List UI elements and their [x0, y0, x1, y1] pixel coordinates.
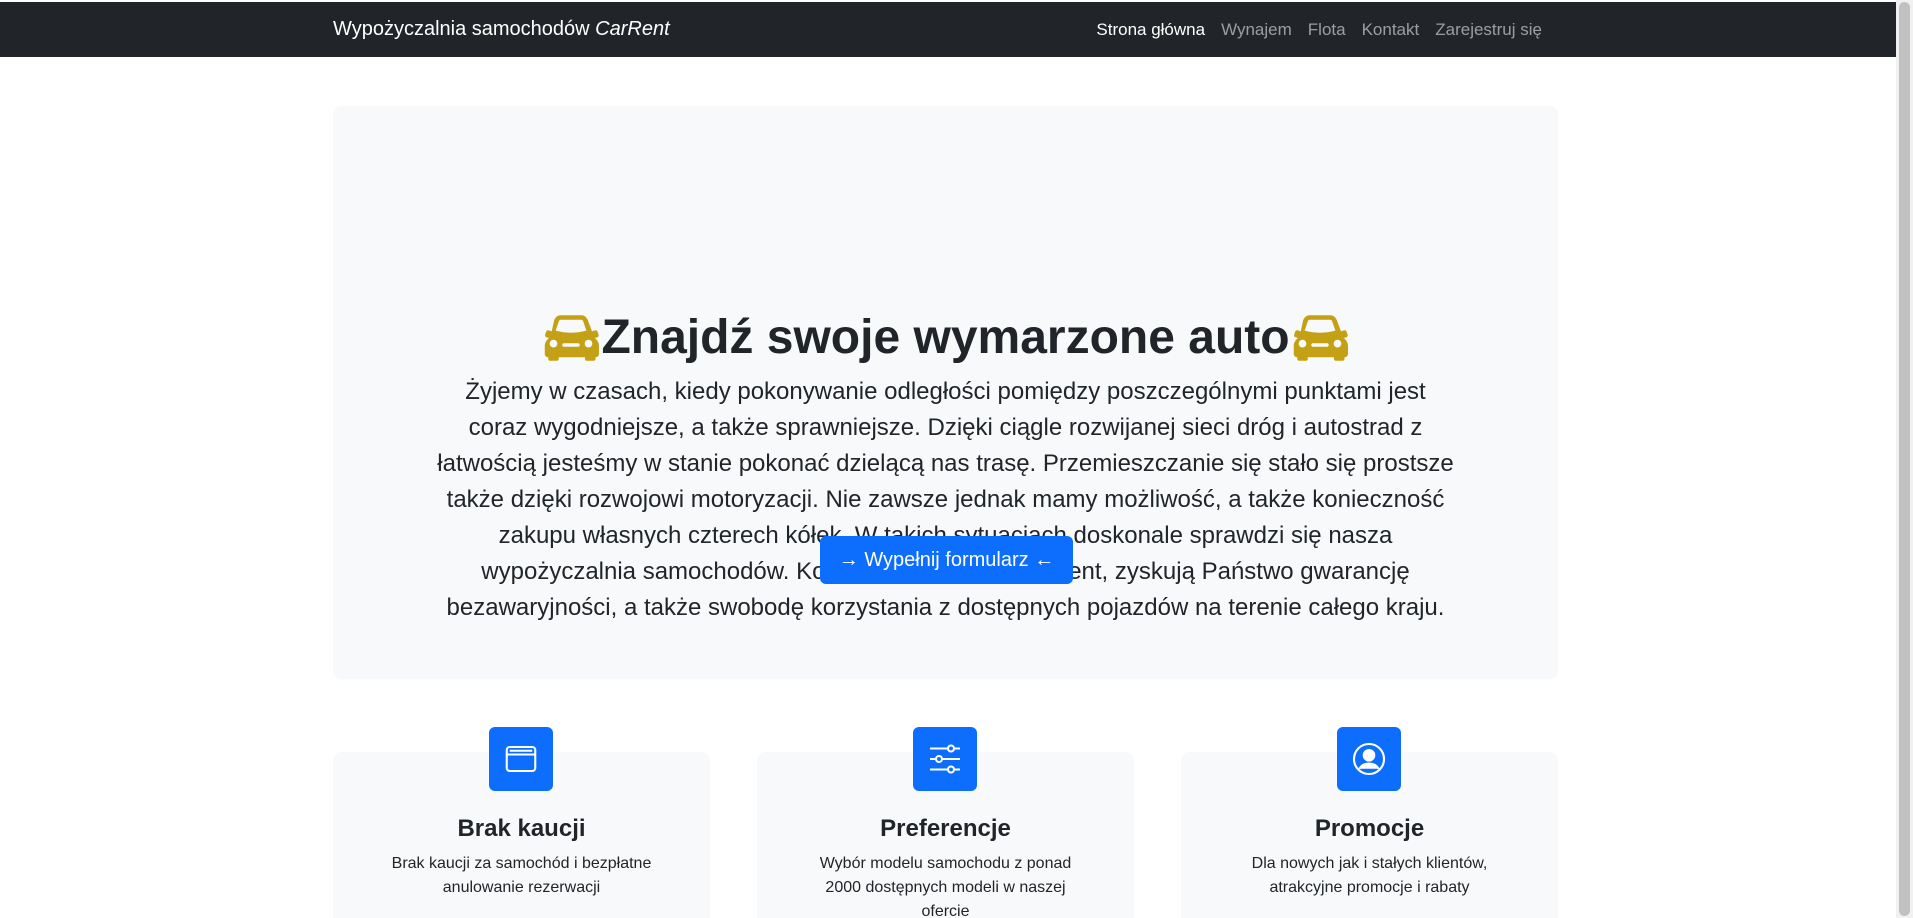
feature-title: Brak kaucji	[457, 815, 586, 842]
card-icon-box	[1337, 727, 1401, 791]
feature-card-promotions: Promocje Dla nowych jak i stałych klient…	[1181, 727, 1558, 918]
nav-item-fleet[interactable]: Flota	[1300, 2, 1354, 57]
brand-prefix: Wypożyczalnia samochodów	[333, 18, 590, 40]
nav-item-register[interactable]: Zarejestruj się	[1427, 2, 1550, 57]
nav-item-rental[interactable]: Wynajem	[1213, 2, 1300, 57]
person-circle-icon	[1352, 742, 1386, 776]
nav-item-home[interactable]: Strona główna	[1088, 2, 1213, 57]
sliders-icon	[930, 744, 960, 774]
top-navbar: Wypożyczalnia samochodów CarRent Strona …	[0, 2, 1896, 57]
car-front-icon	[1293, 315, 1348, 361]
scrollbar-thumb[interactable]	[1899, 2, 1910, 916]
hero-section: Znajdź swoje wymarzone auto Żyjemy w cza…	[333, 106, 1558, 679]
feature-title: Preferencje	[880, 815, 1011, 842]
wallet-icon	[505, 745, 537, 773]
card-icon-box	[489, 727, 553, 791]
nav-links: Strona główna Wynajem Flota Kontakt Zare…	[1088, 2, 1550, 57]
feature-text: Dla nowych jak i stałych klientów, atrak…	[1251, 855, 1488, 896]
feature-text: Brak kaucji za samochód i bezpłatne anul…	[391, 855, 652, 896]
card-icon-box	[913, 727, 977, 791]
feature-card-no-deposit: Brak kaucji Brak kaucji za samochód i be…	[333, 727, 710, 918]
brand-name: CarRent	[595, 18, 670, 40]
page: Wypożyczalnia samochodów CarRent Strona …	[0, 0, 1913, 918]
fill-form-button[interactable]: → Wypełnij formularz ←	[820, 536, 1073, 584]
car-front-icon	[545, 315, 600, 361]
feature-title: Promocje	[1314, 815, 1425, 842]
brand-link[interactable]: Wypożyczalnia samochodów CarRent	[333, 2, 670, 57]
feature-text: Wybór modelu samochodu z ponad 2000 dost…	[819, 855, 1072, 918]
nav-item-contact[interactable]: Kontakt	[1354, 2, 1428, 57]
hero-title: Znajdź swoje wymarzone auto	[601, 311, 1290, 364]
feature-card-preferences: Preferencje Wybór modelu samochodu z pon…	[757, 727, 1134, 918]
hero-heading-row: Znajdź swoje wymarzone auto	[333, 308, 1558, 368]
page-scrollbar[interactable]	[1896, 0, 1913, 918]
hero-description: Żyjemy w czasach, kiedy pokonywanie odle…	[437, 378, 1454, 621]
